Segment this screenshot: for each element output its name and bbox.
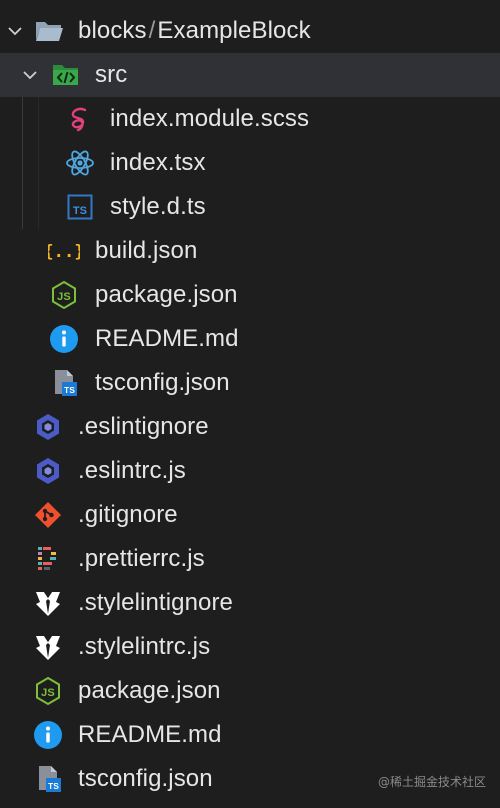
file-name: build.json	[95, 237, 198, 264]
typescript-icon: TS	[64, 191, 96, 223]
svg-text:JS: JS	[57, 291, 71, 303]
folder-name-blocks: blocks	[78, 17, 147, 44]
tree-row-file[interactable]: JS package.json	[0, 273, 500, 317]
info-icon	[32, 719, 64, 751]
tree-row-file[interactable]: .eslintrc.js	[0, 449, 500, 493]
tree-row-file[interactable]: .stylelintignore	[0, 581, 500, 625]
svg-text:TS: TS	[48, 781, 59, 791]
react-icon	[64, 147, 96, 179]
file-name: .stylelintignore	[78, 589, 234, 616]
tree-row-file[interactable]: README.md	[0, 317, 500, 361]
tree-row-file[interactable]: TS style.d.ts	[0, 185, 500, 229]
tree-row-file[interactable]: .eslintignore	[0, 405, 500, 449]
file-name: index.tsx	[110, 149, 206, 176]
watermark: @稀土掘金技术社区	[377, 775, 486, 789]
tree-row-file[interactable]: index.module.scss	[0, 97, 500, 141]
file-name: .stylelintrc.js	[78, 633, 211, 660]
folder-name-exampleblock: ExampleBlock	[157, 17, 311, 44]
indent-guide	[22, 97, 23, 229]
file-name: .eslintrc.js	[78, 457, 186, 484]
chevron-down-icon[interactable]	[19, 64, 41, 86]
file-name: package.json	[78, 677, 221, 704]
tree-row-file[interactable]: TS tsconfig.json	[0, 361, 500, 405]
stylelint-icon	[32, 631, 64, 663]
nodejs-icon: JS	[48, 279, 80, 311]
svg-text:TS: TS	[73, 205, 87, 217]
file-name: README.md	[78, 721, 222, 748]
path-separator: /	[148, 17, 156, 44]
folder-src-icon	[50, 59, 82, 91]
tree-row-file[interactable]: .prettierrc.js	[0, 537, 500, 581]
json-icon: {..}	[48, 235, 80, 267]
tree-row-root-folder[interactable]: blocks/ExampleBlock	[0, 9, 500, 53]
prettier-icon	[32, 543, 64, 575]
eslint-icon	[32, 455, 64, 487]
indent-guide	[38, 97, 39, 229]
eslint-icon	[32, 411, 64, 443]
stylelint-icon	[32, 587, 64, 619]
file-name: style.d.ts	[110, 193, 206, 220]
file-name: .prettierrc.js	[78, 545, 205, 572]
svg-text:JS: JS	[41, 687, 55, 699]
tsconfig-icon: TS	[32, 763, 64, 795]
tree-row-src-folder[interactable]: src	[0, 53, 500, 97]
file-name: .eslintignore	[78, 413, 209, 440]
git-icon	[32, 499, 64, 531]
chevron-down-icon[interactable]	[4, 20, 26, 42]
tree-row-file[interactable]: .stylelintrc.js	[0, 625, 500, 669]
file-name: .gitignore	[78, 501, 178, 528]
nodejs-icon: JS	[32, 675, 64, 707]
folder-name-src: src	[95, 61, 128, 88]
info-icon	[48, 323, 80, 355]
folder-open-icon	[33, 15, 65, 47]
file-name: tsconfig.json	[95, 369, 230, 396]
svg-text:TS: TS	[64, 385, 75, 395]
tree-row-file[interactable]: README.md	[0, 713, 500, 757]
tree-row-file[interactable]: JS package.json	[0, 669, 500, 713]
breadcrumb: blocks/ExampleBlock	[78, 9, 311, 53]
sass-icon	[64, 103, 96, 135]
tsconfig-icon: TS	[48, 367, 80, 399]
svg-text:{..}: {..}	[48, 242, 80, 262]
tree-row-file[interactable]: {..} build.json	[0, 229, 500, 273]
file-name: package.json	[95, 281, 238, 308]
file-name: README.md	[95, 325, 239, 352]
tree-row-file[interactable]: index.tsx	[0, 141, 500, 185]
file-name: index.module.scss	[110, 105, 310, 132]
file-name: tsconfig.json	[78, 765, 213, 792]
tree-row-file[interactable]: .gitignore	[0, 493, 500, 537]
